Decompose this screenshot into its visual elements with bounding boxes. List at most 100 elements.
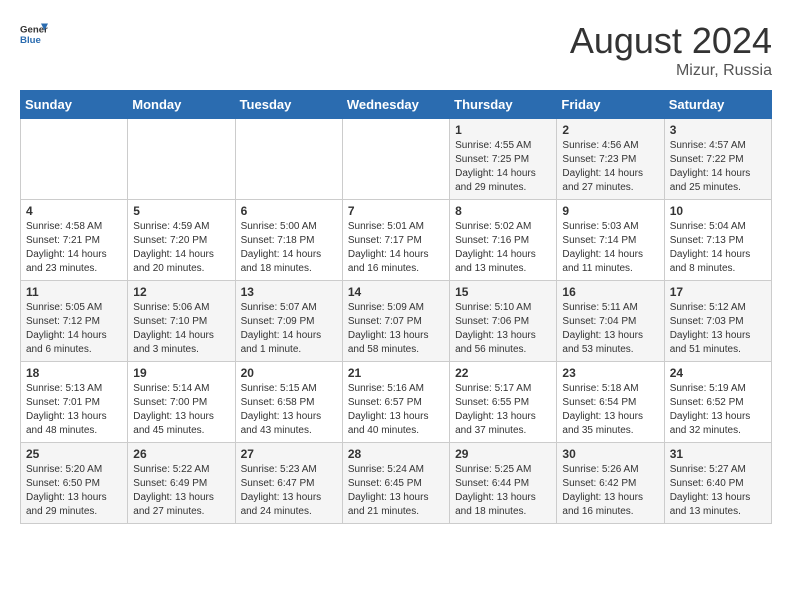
day-number: 23 [562, 366, 658, 380]
day-number: 30 [562, 447, 658, 461]
day-info: Sunrise: 5:01 AM Sunset: 7:17 PM Dayligh… [348, 220, 444, 276]
calendar-cell: 25 Sunrise: 5:20 AM Sunset: 6:50 PM Dayli… [21, 443, 128, 524]
calendar-table: SundayMondayTuesdayWednesdayThursdayFrid… [20, 90, 772, 524]
calendar-cell: 16 Sunrise: 5:11 AM Sunset: 7:04 PM Dayli… [557, 281, 664, 362]
week-row-2: 4 Sunrise: 4:58 AM Sunset: 7:21 PM Daylig… [21, 200, 772, 281]
day-number: 12 [133, 285, 229, 299]
calendar-cell: 29 Sunrise: 5:25 AM Sunset: 6:44 PM Dayli… [450, 443, 557, 524]
day-number: 5 [133, 204, 229, 218]
day-info: Sunrise: 5:20 AM Sunset: 6:50 PM Dayligh… [26, 463, 122, 519]
day-number: 3 [670, 123, 766, 137]
day-number: 13 [241, 285, 337, 299]
day-number: 2 [562, 123, 658, 137]
day-number: 7 [348, 204, 444, 218]
calendar-cell: 31Sunrise: 5:27 AM Sunset: 6:40 PM Dayli… [664, 443, 771, 524]
calendar-cell [235, 119, 342, 200]
location-label: Mizur, Russia [570, 62, 772, 80]
day-info: Sunrise: 5:04 AM Sunset: 7:13 PM Dayligh… [670, 220, 766, 276]
day-number: 16 [562, 285, 658, 299]
week-row-5: 25 Sunrise: 5:20 AM Sunset: 6:50 PM Dayli… [21, 443, 772, 524]
day-info: Sunrise: 5:09 AM Sunset: 7:07 PM Dayligh… [348, 301, 444, 357]
logo-icon: General Blue [20, 20, 48, 48]
calendar-cell: 13 Sunrise: 5:07 AM Sunset: 7:09 PM Dayli… [235, 281, 342, 362]
day-number: 22 [455, 366, 551, 380]
day-info: Sunrise: 5:25 AM Sunset: 6:44 PM Dayligh… [455, 463, 551, 519]
day-info: Sunrise: 4:58 AM Sunset: 7:21 PM Dayligh… [26, 220, 122, 276]
day-info: Sunrise: 5:06 AM Sunset: 7:10 PM Dayligh… [133, 301, 229, 357]
weekday-header-wednesday: Wednesday [342, 91, 449, 119]
weekday-header-tuesday: Tuesday [235, 91, 342, 119]
day-number: 8 [455, 204, 551, 218]
day-number: 1 [455, 123, 551, 137]
day-number: 27 [241, 447, 337, 461]
weekday-header-friday: Friday [557, 91, 664, 119]
logo: General Blue [20, 20, 48, 48]
calendar-cell: 8Sunrise: 5:02 AM Sunset: 7:16 PM Daylig… [450, 200, 557, 281]
day-number: 17 [670, 285, 766, 299]
week-row-1: 1 Sunrise: 4:55 AM Sunset: 7:25 PM Daylig… [21, 119, 772, 200]
calendar-cell: 10Sunrise: 5:04 AM Sunset: 7:13 PM Dayli… [664, 200, 771, 281]
header: General Blue August 2024 Mizur, Russia [20, 20, 772, 80]
calendar-cell [342, 119, 449, 200]
day-number: 6 [241, 204, 337, 218]
calendar-cell: 14 Sunrise: 5:09 AM Sunset: 7:07 PM Dayli… [342, 281, 449, 362]
day-info: Sunrise: 5:10 AM Sunset: 7:06 PM Dayligh… [455, 301, 551, 357]
week-row-3: 11 Sunrise: 5:05 AM Sunset: 7:12 PM Dayli… [21, 281, 772, 362]
calendar-cell [21, 119, 128, 200]
calendar-cell: 26Sunrise: 5:22 AM Sunset: 6:49 PM Dayli… [128, 443, 235, 524]
calendar-cell: 12 Sunrise: 5:06 AM Sunset: 7:10 PM Dayli… [128, 281, 235, 362]
day-number: 24 [670, 366, 766, 380]
calendar-cell: 3 Sunrise: 4:57 AM Sunset: 7:22 PM Daylig… [664, 119, 771, 200]
calendar-cell: 24Sunrise: 5:19 AM Sunset: 6:52 PM Dayli… [664, 362, 771, 443]
weekday-header-saturday: Saturday [664, 91, 771, 119]
day-info: Sunrise: 5:16 AM Sunset: 6:57 PM Dayligh… [348, 382, 444, 438]
title-area: August 2024 Mizur, Russia [570, 20, 772, 80]
calendar-cell: 19Sunrise: 5:14 AM Sunset: 7:00 PM Dayli… [128, 362, 235, 443]
day-info: Sunrise: 5:05 AM Sunset: 7:12 PM Dayligh… [26, 301, 122, 357]
calendar-cell: 9 Sunrise: 5:03 AM Sunset: 7:14 PM Daylig… [557, 200, 664, 281]
day-number: 20 [241, 366, 337, 380]
calendar-cell: 23Sunrise: 5:18 AM Sunset: 6:54 PM Dayli… [557, 362, 664, 443]
day-info: Sunrise: 5:14 AM Sunset: 7:00 PM Dayligh… [133, 382, 229, 438]
calendar-cell: 22 Sunrise: 5:17 AM Sunset: 6:55 PM Dayli… [450, 362, 557, 443]
day-info: Sunrise: 5:15 AM Sunset: 6:58 PM Dayligh… [241, 382, 337, 438]
day-number: 9 [562, 204, 658, 218]
day-info: Sunrise: 5:11 AM Sunset: 7:04 PM Dayligh… [562, 301, 658, 357]
day-number: 29 [455, 447, 551, 461]
calendar-cell: 6Sunrise: 5:00 AM Sunset: 7:18 PM Daylig… [235, 200, 342, 281]
day-info: Sunrise: 5:27 AM Sunset: 6:40 PM Dayligh… [670, 463, 766, 519]
calendar-cell: 30 Sunrise: 5:26 AM Sunset: 6:42 PM Dayli… [557, 443, 664, 524]
day-info: Sunrise: 5:26 AM Sunset: 6:42 PM Dayligh… [562, 463, 658, 519]
calendar-cell: 21 Sunrise: 5:16 AM Sunset: 6:57 PM Dayli… [342, 362, 449, 443]
day-number: 14 [348, 285, 444, 299]
week-row-4: 18Sunrise: 5:13 AM Sunset: 7:01 PM Dayli… [21, 362, 772, 443]
calendar-cell: 18Sunrise: 5:13 AM Sunset: 7:01 PM Dayli… [21, 362, 128, 443]
weekday-header-sunday: Sunday [21, 91, 128, 119]
calendar-cell: 5 Sunrise: 4:59 AM Sunset: 7:20 PM Daylig… [128, 200, 235, 281]
calendar-cell: 20 Sunrise: 5:15 AM Sunset: 6:58 PM Dayli… [235, 362, 342, 443]
day-info: Sunrise: 4:57 AM Sunset: 7:22 PM Dayligh… [670, 139, 766, 195]
day-info: Sunrise: 5:24 AM Sunset: 6:45 PM Dayligh… [348, 463, 444, 519]
month-year-title: August 2024 [570, 20, 772, 62]
day-number: 11 [26, 285, 122, 299]
calendar-cell: 4 Sunrise: 4:58 AM Sunset: 7:21 PM Daylig… [21, 200, 128, 281]
svg-text:Blue: Blue [20, 35, 41, 46]
day-info: Sunrise: 5:12 AM Sunset: 7:03 PM Dayligh… [670, 301, 766, 357]
day-number: 21 [348, 366, 444, 380]
day-info: Sunrise: 4:56 AM Sunset: 7:23 PM Dayligh… [562, 139, 658, 195]
calendar-cell: 27Sunrise: 5:23 AM Sunset: 6:47 PM Dayli… [235, 443, 342, 524]
calendar-cell: 1 Sunrise: 4:55 AM Sunset: 7:25 PM Daylig… [450, 119, 557, 200]
calendar-cell: 2 Sunrise: 4:56 AM Sunset: 7:23 PM Daylig… [557, 119, 664, 200]
day-info: Sunrise: 4:59 AM Sunset: 7:20 PM Dayligh… [133, 220, 229, 276]
day-info: Sunrise: 5:17 AM Sunset: 6:55 PM Dayligh… [455, 382, 551, 438]
day-number: 25 [26, 447, 122, 461]
calendar-cell [128, 119, 235, 200]
day-info: Sunrise: 5:03 AM Sunset: 7:14 PM Dayligh… [562, 220, 658, 276]
day-number: 4 [26, 204, 122, 218]
day-number: 18 [26, 366, 122, 380]
day-info: Sunrise: 4:55 AM Sunset: 7:25 PM Dayligh… [455, 139, 551, 195]
weekday-header-monday: Monday [128, 91, 235, 119]
day-info: Sunrise: 5:07 AM Sunset: 7:09 PM Dayligh… [241, 301, 337, 357]
weekday-header-row: SundayMondayTuesdayWednesdayThursdayFrid… [21, 91, 772, 119]
day-number: 26 [133, 447, 229, 461]
